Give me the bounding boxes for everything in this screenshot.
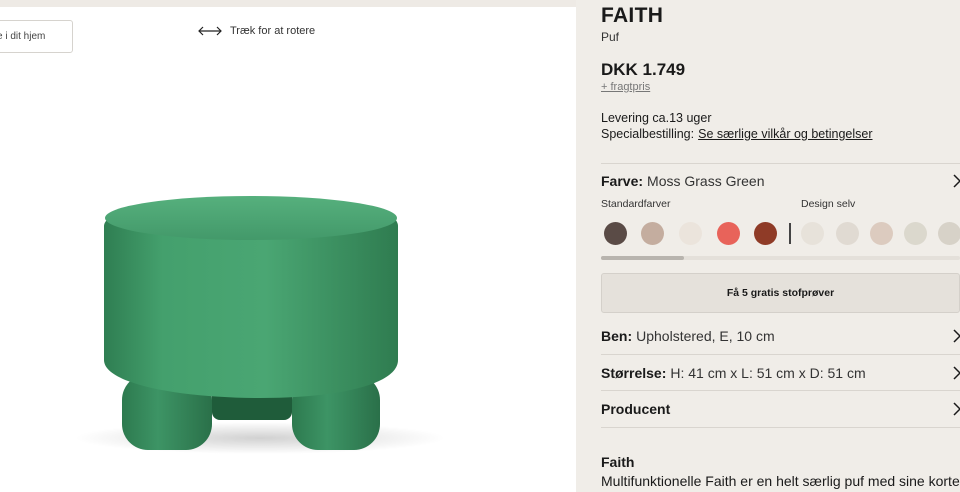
swatch-cream[interactable] xyxy=(679,222,702,245)
divider xyxy=(601,427,960,428)
standard-colors-heading: Standardfarver xyxy=(601,198,671,210)
size-value: H: 41 cm x L: 51 cm x D: 51 cm xyxy=(670,365,866,381)
special-order-info: Specialbestilling: Se særlige vilkår og b… xyxy=(601,127,873,141)
legs-selector-row[interactable]: Ben: Upholstered, E, 10 cm xyxy=(601,325,960,347)
view-in-home-label: e i dit hjem xyxy=(0,31,46,42)
special-order-label: Specialbestilling: xyxy=(601,127,695,141)
legs-label: Ben: xyxy=(601,328,633,344)
description-text: Multifunktionelle Faith er en helt særli… xyxy=(601,473,960,489)
swatch-light-beige[interactable] xyxy=(836,222,859,245)
swatch-sand[interactable] xyxy=(938,222,960,245)
color-value: Moss Grass Green xyxy=(647,173,765,189)
product-subtitle: Puf xyxy=(601,30,620,44)
swatch-blush-beige[interactable] xyxy=(870,222,893,245)
shipping-price-link[interactable]: + fragtpris xyxy=(601,81,650,93)
view-in-home-button[interactable]: e i dit hjem xyxy=(0,20,73,53)
divider xyxy=(601,163,960,164)
product-viewer[interactable]: e i dit hjem Træk for at rotere xyxy=(0,0,576,492)
swatch-coral[interactable] xyxy=(717,222,740,245)
viewer-top-band xyxy=(0,0,576,7)
size-selector-row[interactable]: Størrelse: H: 41 cm x L: 51 cm x D: 51 c… xyxy=(601,362,960,384)
divider xyxy=(601,390,960,391)
size-label: Størrelse: xyxy=(601,365,667,381)
rotate-hint-label: Træk for at rotere xyxy=(230,25,316,37)
chevron-right-icon xyxy=(953,174,960,188)
description-title: Faith xyxy=(601,454,635,470)
double-arrow-icon xyxy=(198,26,222,36)
swatch-stone[interactable] xyxy=(904,222,927,245)
rotate-hint: Træk for at rotere xyxy=(198,24,315,38)
product-image-pouf[interactable] xyxy=(60,186,460,456)
color-label: Farve: xyxy=(601,173,644,189)
chevron-right-icon xyxy=(953,329,960,343)
swatch-scroll-thumb[interactable] xyxy=(601,256,684,260)
free-samples-button[interactable]: Få 5 gratis stofprøver xyxy=(601,273,960,313)
producer-row[interactable]: Producent xyxy=(601,398,960,420)
product-price: DKK 1.749 xyxy=(601,60,686,79)
swatch-rust[interactable] xyxy=(754,222,777,245)
delivery-time: Levering ca.13 uger xyxy=(601,111,712,125)
producer-label: Producent xyxy=(601,401,671,417)
custom-colors-heading: Design selv xyxy=(801,198,856,210)
color-selector-row[interactable]: Farve: Moss Grass Green xyxy=(601,170,960,192)
swatch-dark-brown[interactable] xyxy=(604,222,627,245)
legs-value: Upholstered, E, 10 cm xyxy=(636,328,775,344)
product-title: FAITH xyxy=(601,4,664,27)
swatch-separator xyxy=(789,223,791,244)
special-terms-link[interactable]: Se særlige vilkår og betingelser xyxy=(698,127,872,141)
swatch-ivory[interactable] xyxy=(801,222,824,245)
chevron-right-icon xyxy=(953,402,960,416)
swatch-taupe[interactable] xyxy=(641,222,664,245)
product-details-panel: FAITH Puf DKK 1.749 + fragtpris Levering… xyxy=(576,0,960,492)
free-samples-label: Få 5 gratis stofprøver xyxy=(726,287,835,299)
divider xyxy=(601,354,960,355)
chevron-right-icon xyxy=(953,366,960,380)
